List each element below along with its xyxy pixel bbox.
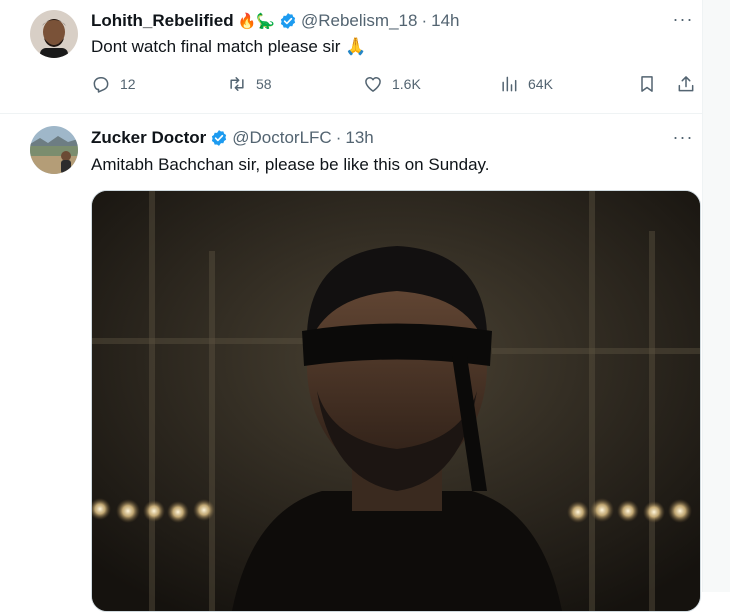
views-button[interactable]: 64K (499, 74, 553, 94)
tweet-lohith[interactable]: Lohith_Rebelified 🔥🦕 @Rebelism_18 · 14h … (0, 0, 702, 114)
reply-count: 12 (120, 76, 136, 92)
reply-icon (93, 77, 109, 93)
views-icon (502, 76, 517, 92)
scrollbar-track[interactable] (702, 0, 730, 592)
share-icon (678, 76, 694, 92)
tweet-header: Lohith_Rebelified 🔥🦕 @Rebelism_18 · 14h (91, 11, 460, 31)
name-emojis: 🔥🦕 (237, 13, 275, 30)
avatar[interactable] (30, 10, 78, 58)
views-count: 64K (528, 76, 553, 92)
timestamp[interactable]: 13h (345, 128, 373, 148)
tweet-actions: 12 58 1.6K 64K (91, 74, 699, 98)
avatar[interactable] (30, 126, 78, 174)
separator-dot: · (335, 128, 342, 147)
retweet-button[interactable]: 58 (227, 74, 272, 94)
display-name[interactable]: Lohith_Rebelified (91, 11, 234, 31)
more-icon[interactable]: ··· (672, 128, 694, 151)
like-count: 1.6K (392, 76, 421, 92)
reply-button[interactable]: 12 (91, 74, 136, 94)
heart-icon (365, 77, 381, 92)
video-frame-image (92, 191, 700, 611)
bookmark-icon (641, 76, 653, 92)
user-handle[interactable]: @Rebelism_18 (301, 11, 417, 31)
more-icon[interactable]: ··· (672, 10, 694, 33)
tweet-text: Amitabh Bachchan sir, please be like thi… (91, 155, 490, 174)
verified-badge-icon (212, 130, 227, 146)
display-name[interactable]: Zucker Doctor (91, 128, 206, 148)
bookmark-button[interactable] (637, 74, 657, 94)
verified-badge-icon (280, 13, 296, 29)
like-button[interactable]: 1.6K (363, 74, 421, 94)
tweet-zucker-doctor[interactable]: Zucker Doctor @DoctorLFC · 13h ··· Amita… (0, 114, 702, 612)
share-button[interactable] (676, 74, 696, 94)
tweet-header: Zucker Doctor @DoctorLFC · 13h (91, 128, 374, 148)
tweet-text: Dont watch final match please sir 🙏 (91, 37, 367, 56)
retweet-count: 58 (256, 76, 272, 92)
tweet-media-video[interactable] (91, 190, 701, 612)
user-handle[interactable]: @DoctorLFC (232, 128, 331, 148)
timestamp[interactable]: 14h (431, 11, 459, 31)
retweet-icon (230, 77, 244, 91)
separator-dot: · (421, 11, 428, 30)
